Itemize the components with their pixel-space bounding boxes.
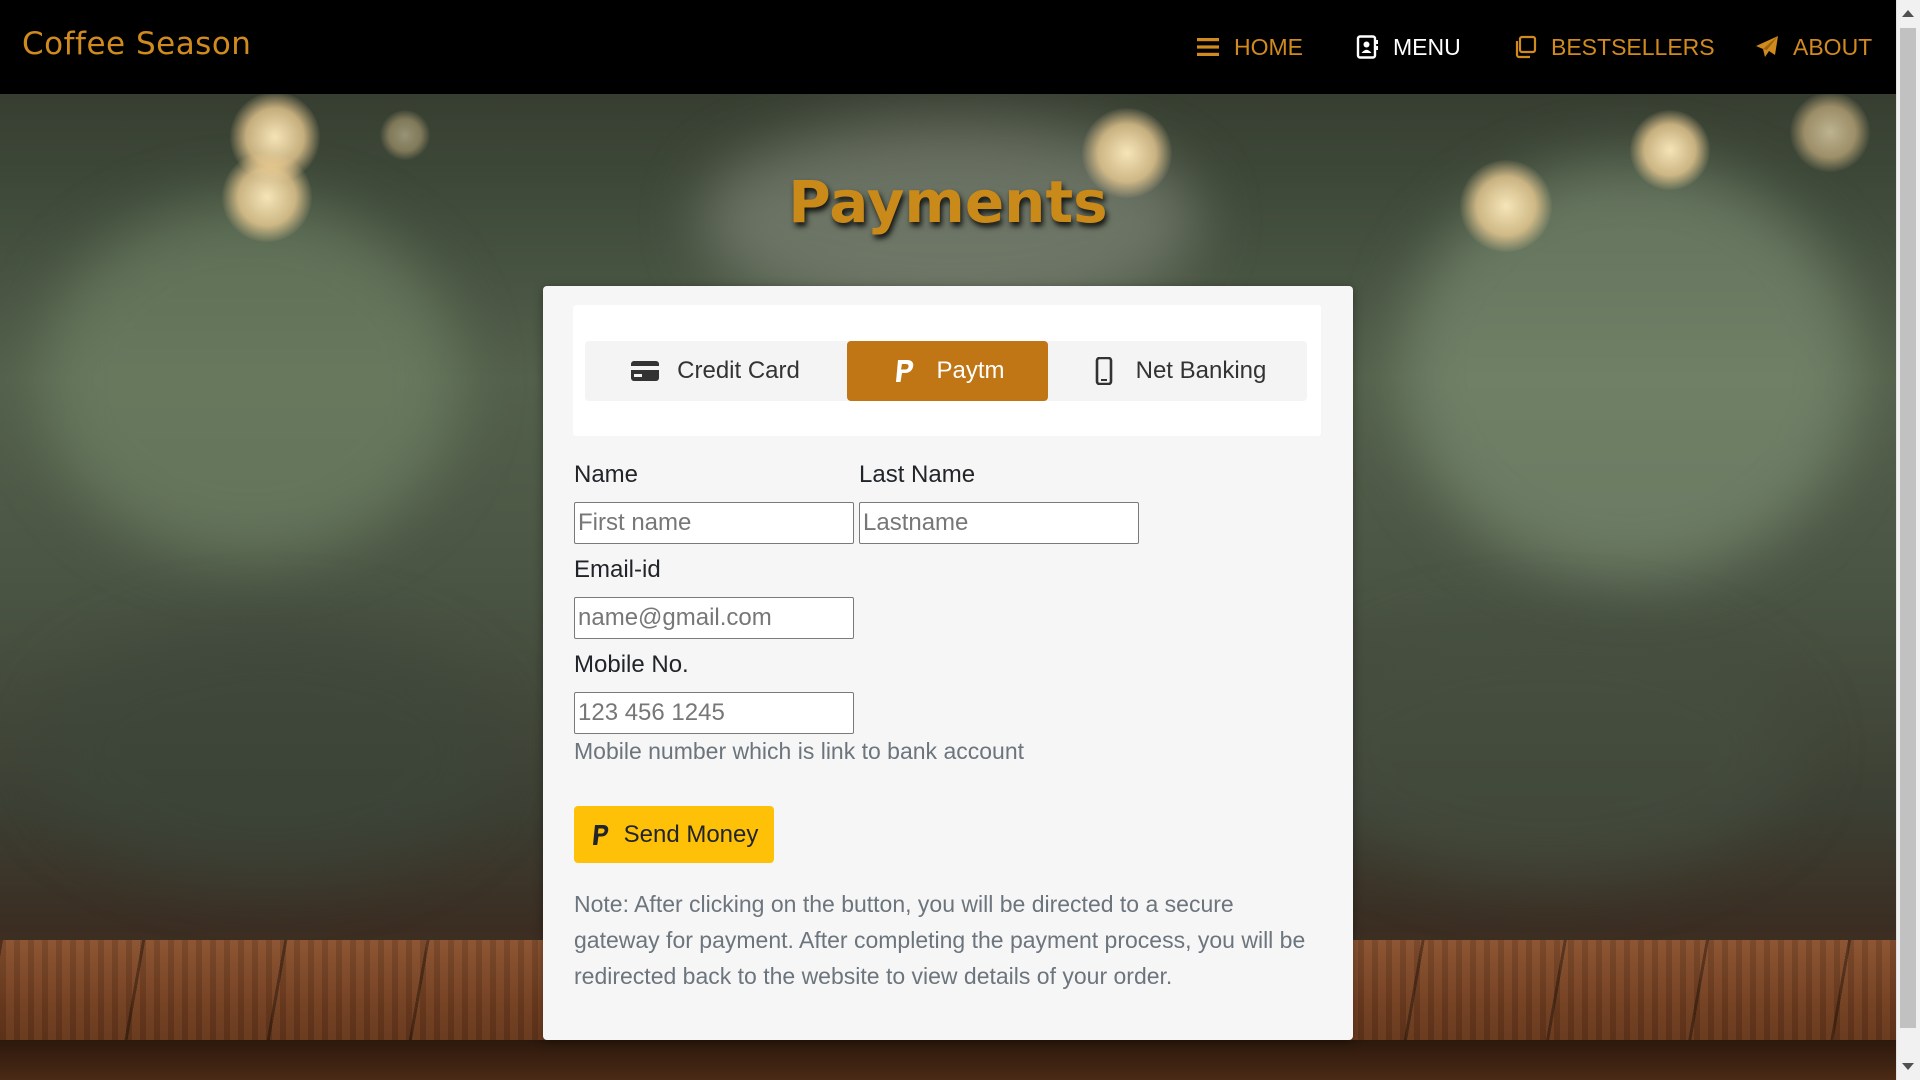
scroll-thumb[interactable] — [1900, 28, 1916, 1028]
nav-about-label: ABOUT — [1793, 33, 1873, 60]
paper-plane-icon — [1755, 35, 1779, 59]
send-money-button[interactable]: Send Money — [574, 806, 774, 863]
email-input[interactable] — [574, 597, 854, 639]
paypal-icon — [590, 823, 612, 847]
tab-credit-card-label: Credit Card — [677, 357, 800, 384]
payment-card: Credit Card Paytm Net Banking Name Last … — [543, 286, 1353, 1040]
first-name-input[interactable] — [574, 502, 854, 544]
tab-paytm[interactable]: Paytm — [847, 341, 1048, 401]
payment-tab-bar: Credit Card Paytm Net Banking — [585, 341, 1307, 401]
bars-icon — [1196, 35, 1220, 59]
scroll-down-icon[interactable] — [1902, 1063, 1914, 1070]
name-label: Name — [574, 461, 639, 488]
tab-net-banking-label: Net Banking — [1135, 357, 1267, 384]
mobile-icon — [1090, 357, 1118, 385]
brand-logo[interactable]: Coffee Season — [22, 26, 251, 62]
mobile-help-text: Mobile number which is link to bank acco… — [574, 738, 1025, 764]
tab-paytm-label: Paytm — [936, 357, 1005, 384]
send-money-label: Send Money — [623, 820, 759, 848]
last-name-label: Last Name — [859, 461, 976, 488]
tab-credit-card[interactable]: Credit Card — [585, 341, 846, 401]
navbar: Coffee Season HOME MENU BESTSELLERS ABOU… — [0, 0, 1896, 94]
copy-icon — [1513, 35, 1537, 59]
nav-bestsellers[interactable]: BESTSELLERS — [1513, 32, 1715, 62]
scroll-up-icon[interactable] — [1902, 10, 1914, 17]
mobile-input[interactable] — [574, 692, 854, 734]
paypal-icon — [890, 357, 918, 385]
last-name-input[interactable] — [859, 502, 1139, 544]
payment-note: Note: After clicking on the button, you … — [574, 891, 1306, 989]
nav-home-label: HOME — [1234, 33, 1303, 60]
address-card-icon — [1355, 35, 1379, 59]
page-title: Payments — [788, 168, 1108, 236]
tab-net-banking[interactable]: Net Banking — [1049, 341, 1307, 401]
credit-card-icon — [631, 357, 660, 385]
nav-about[interactable]: ABOUT — [1755, 32, 1872, 62]
page-scrollbar[interactable] — [1896, 0, 1920, 1080]
payment-tabs-container: Credit Card Paytm Net Banking — [573, 305, 1321, 436]
nav-menu[interactable]: MENU — [1355, 32, 1461, 62]
nav-bestsellers-label: BESTSELLERS — [1551, 33, 1715, 60]
nav-menu-label: MENU — [1393, 33, 1461, 60]
nav-home[interactable]: HOME — [1196, 32, 1303, 62]
email-label: Email-id — [574, 556, 661, 583]
mobile-label: Mobile No. — [574, 651, 689, 678]
